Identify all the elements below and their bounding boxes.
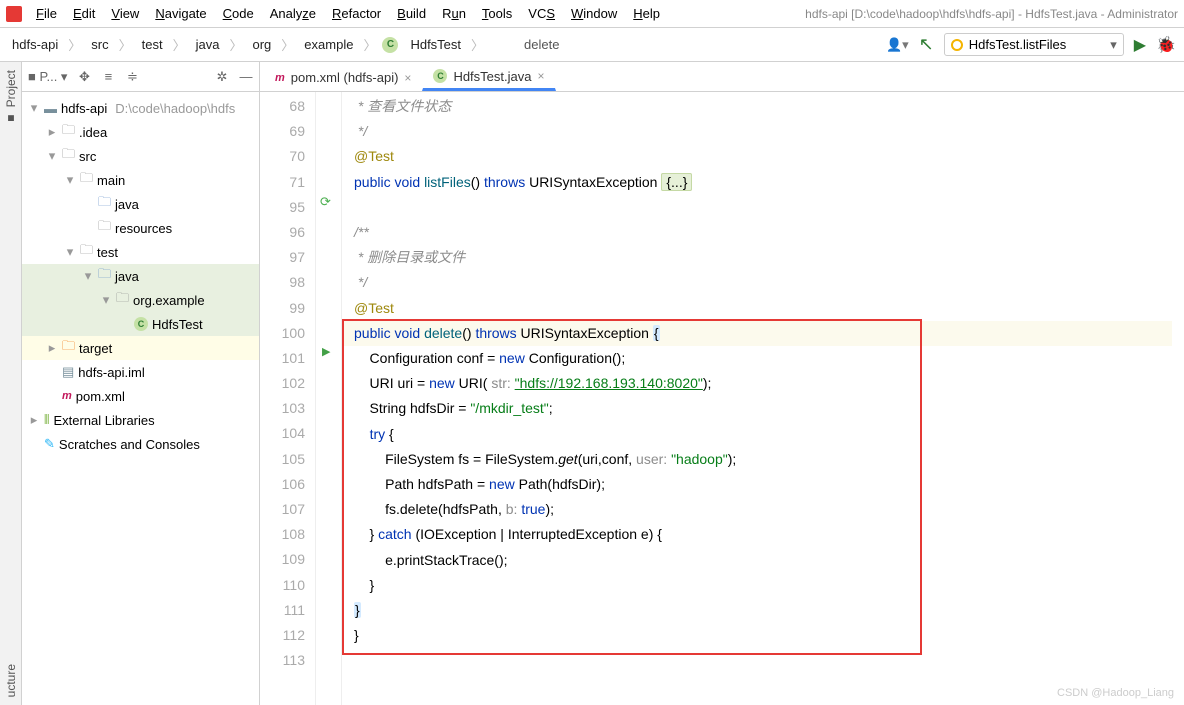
crumb[interactable]: java bbox=[192, 35, 224, 54]
menu-bar: File Edit View Navigate Code Analyze Ref… bbox=[0, 0, 1184, 28]
menu-tools[interactable]: Tools bbox=[476, 4, 518, 23]
crumb[interactable]: HdfsTest bbox=[406, 35, 465, 54]
tree-row[interactable]: ▾🗀org.example bbox=[22, 288, 259, 312]
expand-icon[interactable]: ≡ bbox=[101, 69, 115, 84]
tree-row[interactable]: ▸🗀target bbox=[22, 336, 259, 360]
user-icon[interactable]: 👤▾ bbox=[886, 37, 909, 53]
structure-tool-tab[interactable]: ucture bbox=[4, 664, 18, 697]
tree-row[interactable]: ▸⫴External Libraries bbox=[22, 408, 259, 432]
tab-label: pom.xml (hdfs-api) bbox=[291, 70, 399, 85]
target-icon[interactable]: ✥ bbox=[77, 69, 91, 85]
project-tree[interactable]: ▾▬hdfs-apiD:\code\hadoop\hdfs▸🗀.idea▾🗀sr… bbox=[22, 92, 259, 705]
tree-row[interactable]: ▾🗀src bbox=[22, 144, 259, 168]
breadcrumbs: hdfs-api〉 src〉 test〉 java〉 org〉 example〉… bbox=[8, 35, 484, 54]
crumb[interactable]: example bbox=[300, 35, 357, 54]
hide-icon[interactable]: — bbox=[239, 69, 253, 84]
close-icon[interactable]: × bbox=[404, 71, 411, 85]
menu-run[interactable]: Run bbox=[436, 4, 472, 23]
run-config-label: HdfsTest.listFiles bbox=[969, 37, 1067, 52]
project-view-select[interactable]: ■ P... ▾ bbox=[28, 69, 67, 85]
tree-row[interactable]: ▾🗀main bbox=[22, 168, 259, 192]
menu-help[interactable]: Help bbox=[627, 4, 666, 23]
app-logo-icon bbox=[6, 6, 22, 22]
window-title: hdfs-api [D:\code\hadoop\hdfs\hdfs-api] … bbox=[805, 7, 1178, 21]
project-tree-pane: ■ P... ▾ ✥ ≡ ≑ ✲ — ▾▬hdfs-apiD:\code\had… bbox=[22, 62, 260, 705]
menu-code[interactable]: Code bbox=[217, 4, 260, 23]
project-tool-tab[interactable]: ■Project bbox=[4, 70, 18, 125]
tree-row[interactable]: ▾▬hdfs-apiD:\code\hadoop\hdfs bbox=[22, 96, 259, 120]
tree-row[interactable]: 🗀resources bbox=[22, 216, 259, 240]
line-gutter: 6869707195969798991001011021031041051061… bbox=[260, 92, 316, 705]
crumb[interactable]: org bbox=[248, 35, 275, 54]
crumb[interactable]: test bbox=[138, 35, 167, 54]
sync-icon[interactable]: ⟳ bbox=[320, 194, 331, 210]
tree-row[interactable]: 🗀java bbox=[22, 192, 259, 216]
collapse-icon[interactable]: ≑ bbox=[125, 69, 139, 85]
editor-tabs: m pom.xml (hdfs-api) × C HdfsTest.java × bbox=[260, 62, 1184, 92]
close-icon[interactable]: × bbox=[537, 69, 544, 83]
run-icon[interactable]: ▶ bbox=[1134, 35, 1146, 55]
watermark: CSDN @Hadoop_Liang bbox=[1057, 687, 1174, 699]
run-config-select[interactable]: HdfsTest.listFiles bbox=[944, 33, 1124, 56]
menu-navigate[interactable]: Navigate bbox=[149, 4, 212, 23]
tree-row[interactable]: CHdfsTest bbox=[22, 312, 259, 336]
project-toolbar: ■ P... ▾ ✥ ≡ ≑ ✲ — bbox=[22, 62, 259, 92]
crumb[interactable]: src bbox=[87, 35, 112, 54]
code-editor[interactable]: 6869707195969798991001011021031041051061… bbox=[260, 92, 1184, 705]
tree-row[interactable]: ▸🗀.idea bbox=[22, 120, 259, 144]
menu-window[interactable]: Window bbox=[565, 4, 623, 23]
menu-refactor[interactable]: Refactor bbox=[326, 4, 387, 23]
debug-icon[interactable]: 🐞 bbox=[1156, 35, 1176, 55]
menu-view[interactable]: View bbox=[105, 4, 145, 23]
tree-row[interactable]: ▾🗀test bbox=[22, 240, 259, 264]
editor-pane: m pom.xml (hdfs-api) × C HdfsTest.java × 686… bbox=[260, 62, 1184, 705]
navigation-bar: hdfs-api〉 src〉 test〉 java〉 org〉 example〉… bbox=[0, 28, 1184, 62]
menu-file[interactable]: File bbox=[30, 4, 63, 23]
gutter-icons: ⟳ ▶ bbox=[316, 92, 342, 705]
tab-label: HdfsTest.java bbox=[453, 69, 531, 84]
maven-icon: m bbox=[275, 72, 285, 84]
class-icon: C bbox=[433, 69, 447, 83]
menu-analyze[interactable]: Analyze bbox=[264, 4, 322, 23]
run-gutter-icon[interactable]: ▶ bbox=[322, 345, 330, 358]
tab-hdfstest[interactable]: C HdfsTest.java × bbox=[422, 63, 555, 91]
tree-row[interactable]: ✎Scratches and Consoles bbox=[22, 432, 259, 456]
tree-row[interactable]: mpom.xml bbox=[22, 384, 259, 408]
menu-vcs[interactable]: VCS bbox=[522, 4, 561, 23]
tool-window-bar-left: ■Project ucture bbox=[0, 62, 22, 705]
class-icon: C bbox=[382, 37, 398, 53]
crumb[interactable]: hdfs-api bbox=[8, 35, 62, 54]
back-arrow-icon[interactable]: ↖ bbox=[919, 34, 934, 55]
settings-icon[interactable]: ✲ bbox=[215, 69, 229, 85]
menu-edit[interactable]: Edit bbox=[67, 4, 101, 23]
crumb-method[interactable]: delete bbox=[524, 37, 559, 52]
menu-build[interactable]: Build bbox=[391, 4, 432, 23]
main-menu: File Edit View Navigate Code Analyze Ref… bbox=[30, 4, 666, 23]
tree-row[interactable]: ▾🗀java bbox=[22, 264, 259, 288]
tree-row[interactable]: ▤hdfs-api.iml bbox=[22, 360, 259, 384]
tab-pom[interactable]: m pom.xml (hdfs-api) × bbox=[264, 63, 422, 91]
code-area[interactable]: * 查看文件状态 */ @Test public void listFiles(… bbox=[342, 92, 1184, 705]
